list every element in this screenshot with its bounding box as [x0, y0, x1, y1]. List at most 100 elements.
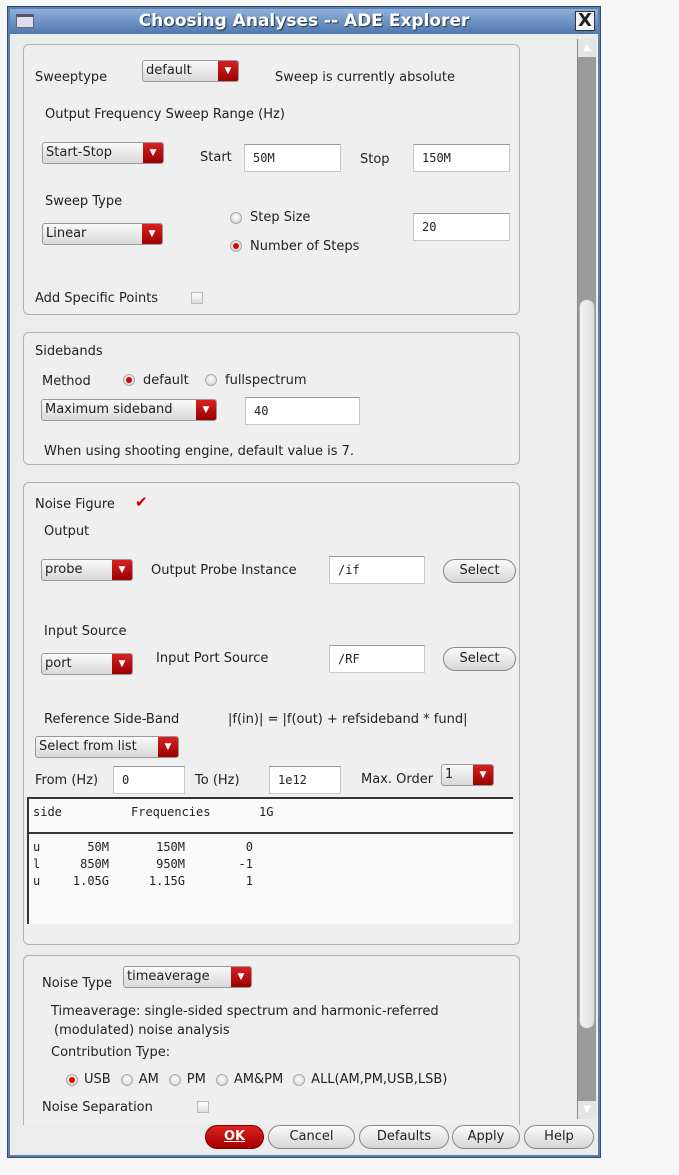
sweep-type-dropdown[interactable]: Linear ▼: [42, 223, 163, 245]
header-1g: 1G: [259, 805, 274, 819]
contribution-radio[interactable]: [66, 1074, 78, 1086]
contribution-label: AM: [138, 1072, 159, 1087]
contribution-label: PM: [186, 1072, 206, 1087]
noise-separation-checkbox[interactable]: [197, 1101, 209, 1113]
table-cell: u: [33, 874, 41, 888]
step-size-label: Step Size: [250, 210, 311, 225]
max-order-dropdown[interactable]: 1 ▼: [441, 764, 494, 786]
method-fullspectrum-radio[interactable]: [205, 374, 217, 386]
help-button[interactable]: Help: [524, 1125, 594, 1149]
noise-figure-panel: Noise Figure ✔ Output probe ▼ Output Prob…: [23, 482, 520, 945]
sweeptype-label: Sweeptype: [35, 70, 108, 85]
noise-figure-checkbox[interactable]: ✔: [135, 493, 148, 511]
start-input[interactable]: 50M: [244, 144, 341, 172]
method-default-label: default: [143, 373, 189, 388]
contribution-radio[interactable]: [168, 1074, 181, 1086]
port-input[interactable]: /RF: [329, 645, 425, 673]
noise-type-desc-1: Timeaverage: single-sided spectrum and h…: [51, 1004, 439, 1019]
start-label: Start: [200, 150, 232, 165]
close-button[interactable]: X: [575, 11, 595, 31]
defaults-button[interactable]: Defaults: [359, 1125, 449, 1149]
from-label: From (Hz): [35, 773, 99, 788]
contribution-label: USB: [84, 1072, 111, 1087]
window-title: Choosing Analyses -- ADE Explorer: [138, 11, 470, 31]
noise-separation-label: Noise Separation: [42, 1100, 153, 1115]
sweeptype-dropdown[interactable]: default ▼: [142, 60, 239, 82]
chevron-down-icon: ▼: [231, 967, 251, 987]
scrollbar-thumb[interactable]: [579, 299, 595, 1029]
contribution-option[interactable]: AM: [120, 1072, 159, 1087]
contribution-option[interactable]: USB: [66, 1072, 111, 1087]
contribution-radio[interactable]: [293, 1074, 306, 1086]
contribution-label: Contribution Type:: [51, 1045, 171, 1060]
table-cell: 950M: [156, 857, 185, 871]
from-input[interactable]: 0: [113, 766, 185, 794]
method-fullspectrum-label: fullspectrum: [225, 373, 307, 388]
apply-button[interactable]: Apply: [452, 1125, 520, 1149]
range-mode-dropdown[interactable]: Start-Stop ▼: [42, 142, 164, 164]
sideband-value-input[interactable]: 40: [245, 397, 360, 425]
method-default-radio[interactable]: [123, 374, 135, 386]
header-frequencies: Frequencies: [131, 805, 211, 819]
stop-input[interactable]: 150M: [413, 144, 510, 172]
sideband-mode-dropdown[interactable]: Maximum sideband ▼: [41, 399, 217, 421]
steps-input[interactable]: 20: [413, 213, 510, 241]
contribution-radio[interactable]: [215, 1074, 228, 1086]
port-select-button[interactable]: Select: [443, 647, 516, 671]
ref-formula: |f(in)| = |f(out) + refsideband * fund|: [228, 712, 468, 727]
ref-mode-value: Select from list: [39, 739, 137, 754]
chevron-down-icon: ▼: [142, 224, 162, 244]
noise-type-desc-2: (modulated) noise analysis: [54, 1023, 230, 1038]
add-points-label: Add Specific Points: [35, 291, 159, 306]
chevron-down-icon: ▼: [473, 765, 493, 785]
contribution-radio[interactable]: [120, 1074, 133, 1086]
scroll-down-button[interactable]: ▼: [578, 1101, 596, 1119]
noise-figure-label: Noise Figure: [35, 497, 115, 512]
chevron-down-icon: ▼: [196, 400, 216, 420]
number-of-steps-radio[interactable]: [230, 240, 242, 252]
output-dropdown[interactable]: probe ▼: [41, 559, 133, 581]
scroll-up-button[interactable]: ▲: [578, 39, 596, 57]
probe-input[interactable]: /if: [329, 556, 425, 584]
sweep-type-value: Linear: [46, 226, 87, 241]
chevron-down-icon: ▼: [143, 143, 163, 163]
chevron-down-icon: ▼: [158, 737, 178, 757]
contribution-option[interactable]: AM&PM: [215, 1072, 283, 1087]
to-label: To (Hz): [195, 773, 240, 788]
scrollbar[interactable]: ▲ ▼: [577, 39, 596, 1119]
sweep-type-label: Sweep Type: [45, 194, 123, 209]
port-label: Input Port Source: [156, 651, 269, 666]
ref-sideband-label: Reference Side-Band: [44, 712, 180, 727]
sideband-table[interactable]: u 50M 150M 0 l 850M 950M -1 u 1.05G 1.15G 1: [27, 832, 513, 924]
table-cell: 1.15G: [148, 874, 185, 888]
output-value: probe: [45, 562, 83, 577]
probe-select-button[interactable]: Select: [443, 559, 516, 583]
noise-type-value: timeaverage: [127, 969, 210, 984]
range-mode-value: Start-Stop: [46, 145, 113, 160]
cancel-button[interactable]: Cancel: [268, 1125, 355, 1149]
output-label: Output: [44, 524, 90, 539]
title-bar[interactable]: Choosing Analyses -- ADE Explorer X: [10, 9, 598, 34]
step-size-radio[interactable]: [230, 212, 242, 224]
table-cell: u: [33, 840, 41, 854]
ref-mode-dropdown[interactable]: Select from list ▼: [35, 736, 179, 758]
max-order-value: 1: [445, 767, 454, 782]
method-label: Method: [42, 374, 91, 389]
noise-type-dropdown[interactable]: timeaverage ▼: [123, 966, 252, 988]
number-of-steps-label: Number of Steps: [250, 239, 360, 254]
ok-button[interactable]: OK: [205, 1125, 264, 1149]
table-cell: 1.05G: [72, 874, 109, 888]
add-points-checkbox[interactable]: [191, 292, 203, 304]
sweep-panel: Sweeptype default ▼ Sweep is currently ab…: [23, 44, 520, 315]
contribution-option[interactable]: ALL(AM,PM,USB,LSB): [293, 1072, 447, 1087]
contribution-option[interactable]: PM: [168, 1072, 206, 1087]
sidebands-title: Sidebands: [35, 344, 103, 359]
table-cell: l: [33, 857, 41, 871]
sweeptype-value: default: [146, 63, 192, 78]
sidebands-panel: Sidebands Method default fullspectrum Ma…: [23, 332, 520, 465]
to-input[interactable]: 1e12: [269, 766, 341, 794]
input-source-dropdown[interactable]: port ▼: [41, 653, 133, 675]
contribution-label: ALL(AM,PM,USB,LSB): [311, 1072, 448, 1087]
table-cell: 0: [245, 840, 253, 854]
table-cell: 150M: [156, 840, 185, 854]
